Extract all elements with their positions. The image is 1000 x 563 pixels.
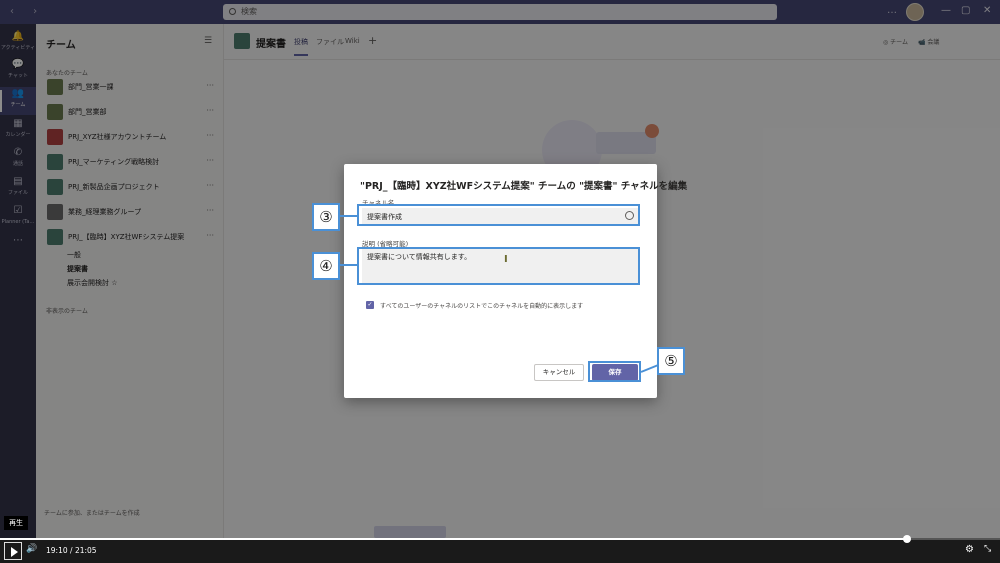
progress-fill <box>0 538 907 540</box>
play-button[interactable] <box>4 542 22 560</box>
highlight-description <box>357 247 640 285</box>
settings-gear-icon[interactable]: ⚙ <box>965 544 974 555</box>
step-badge-4: ④ <box>312 252 340 280</box>
auto-show-label: すべてのユーザーのチャネルのリストでこのチャネルを自動的に表示します <box>380 303 584 310</box>
step-badge-5: ⑤ <box>657 347 685 375</box>
progress-handle[interactable] <box>903 535 911 543</box>
leader-line-4 <box>340 264 358 266</box>
volume-icon[interactable]: 🔊 <box>26 544 37 554</box>
highlight-save <box>588 361 641 382</box>
step-badge-3: ③ <box>312 203 340 231</box>
video-player-bar: 🔊 19:10 / 21:05 ⚙ ⤡ <box>0 535 1000 563</box>
auto-show-checkbox[interactable]: ✓ <box>366 301 374 309</box>
play-tooltip: 再生 <box>4 516 28 530</box>
timecode: 19:10 / 21:05 <box>46 546 97 555</box>
cancel-button[interactable]: キャンセル <box>534 364 584 381</box>
dialog-title: "PRJ_【臨時】XYZ社WFシステム提案" チームの "提案書" チャネルを編… <box>360 181 688 192</box>
time-separator: / <box>70 546 73 555</box>
leader-line-3 <box>340 215 358 217</box>
current-time: 19:10 <box>46 546 68 555</box>
highlight-channel-name <box>357 204 640 226</box>
total-time: 21:05 <box>74 546 97 555</box>
exit-fullscreen-icon[interactable]: ⤡ <box>984 544 991 554</box>
